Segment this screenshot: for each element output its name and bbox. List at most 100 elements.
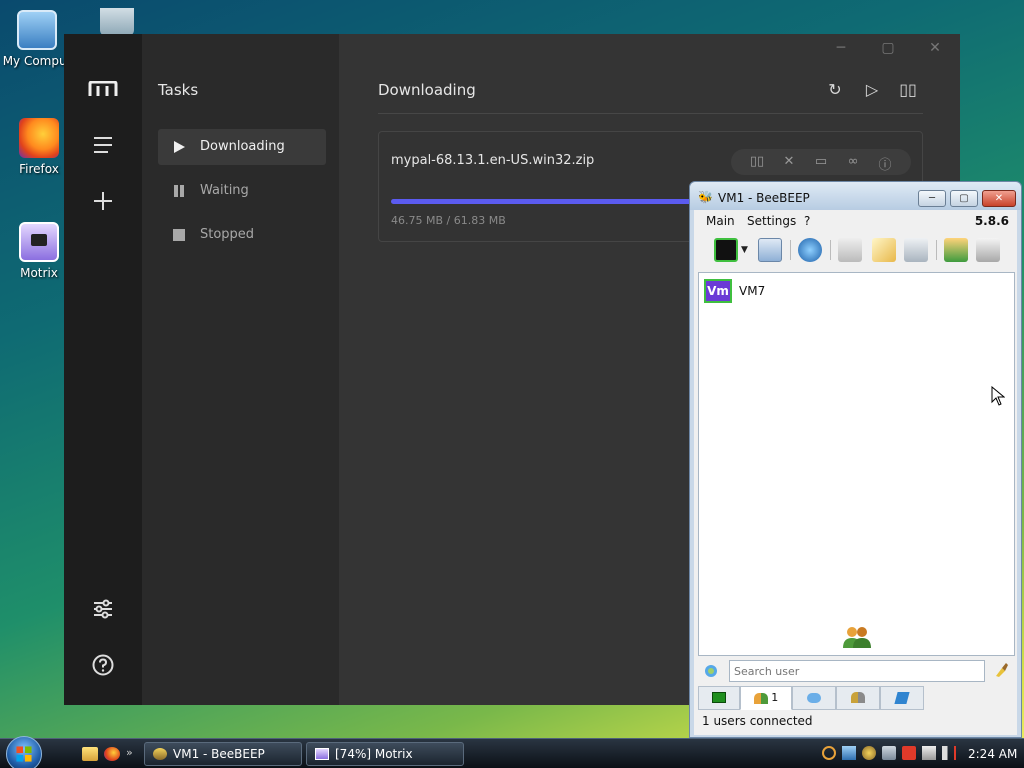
firefox-icon [19, 118, 59, 158]
taskbar-clock[interactable]: 2:24 AM [968, 747, 1017, 761]
help-icon[interactable] [90, 653, 116, 677]
close-button[interactable]: ✕ [982, 190, 1016, 207]
task-size: 46.75 MB / 61.83 MB [391, 214, 506, 227]
search-tray-icon[interactable] [822, 746, 836, 760]
clear-search-icon[interactable] [993, 662, 1009, 678]
info-icon[interactable]: ⓘ [877, 154, 893, 173]
play-icon [174, 141, 185, 153]
motrix-app-icon [19, 222, 59, 262]
menu-bar: Main Settings ? 5.8.6 [694, 210, 1017, 230]
user-list-item[interactable]: Vm VM7 [699, 273, 1014, 307]
chevron-down-icon[interactable]: ▼ [741, 245, 748, 255]
user-name: VM7 [739, 284, 766, 298]
bee-app-icon: 🐝 [698, 190, 713, 204]
display-tray-icon[interactable] [922, 746, 936, 760]
desktop-icon-my-computer[interactable]: My Comput [0, 10, 74, 68]
version-label: 5.8.6 [974, 214, 1009, 228]
users-tab-icon [753, 692, 768, 704]
link-icon[interactable]: ∞ [845, 154, 861, 169]
shield-tray-icon[interactable] [882, 746, 896, 760]
menu-icon[interactable] [90, 133, 116, 157]
volume-muted-icon[interactable] [942, 746, 956, 760]
desktop-icon-label: Motrix [20, 266, 58, 280]
menu-help[interactable]: ? [804, 214, 810, 228]
search-user-input[interactable] [729, 660, 985, 682]
taskbar-button-label: VM1 - BeeBEEP [173, 747, 265, 761]
pause-icon[interactable]: ▯▯ [749, 154, 765, 169]
taskbar-button-beebeep[interactable]: VM1 - BeeBEEP [144, 742, 302, 766]
home-icon[interactable] [944, 238, 968, 262]
security-alert-tray-icon[interactable] [902, 746, 916, 760]
nav-downloading[interactable]: Downloading [158, 129, 326, 165]
beebeep-body: Main Settings ? 5.8.6 ▼ Vm VM7 Search us… [694, 210, 1017, 735]
bee-tray-icon[interactable] [862, 746, 876, 760]
refresh-users-icon[interactable] [703, 663, 719, 679]
start-button[interactable] [6, 736, 42, 768]
minimize-button[interactable]: ─ [918, 190, 946, 207]
share-icon [894, 692, 910, 704]
tab-groups[interactable] [836, 686, 880, 710]
nav-label: Stopped [200, 227, 255, 242]
network-icon[interactable] [798, 238, 822, 262]
desktop-icon-label: My Comput [2, 54, 72, 68]
mail-icon[interactable] [838, 238, 862, 262]
beebeep-window: 🐝 VM1 - BeeBEEP ─ ▢ ✕ Main Settings ? 5.… [689, 181, 1022, 738]
toolbar: ▼ [694, 232, 1017, 268]
maximize-button[interactable]: ▢ [950, 190, 978, 207]
desktop-icon-label: Firefox [19, 162, 59, 176]
explorer-quicklaunch-icon[interactable] [82, 747, 98, 761]
menu-settings[interactable]: Settings [747, 214, 796, 228]
tab-chat[interactable] [698, 686, 740, 710]
tab-shares[interactable] [880, 686, 924, 710]
computer-icon [17, 10, 57, 50]
status-bar-text: 1 users connected [702, 714, 813, 728]
network-tray-icon[interactable] [842, 746, 856, 760]
motrix-rail [64, 34, 142, 705]
tab-messages[interactable] [792, 686, 836, 710]
nav-stopped[interactable]: Stopped [158, 217, 326, 253]
user-list: Vm VM7 [698, 272, 1015, 656]
pencil-icon[interactable] [872, 238, 896, 262]
speech-bubble-icon [807, 693, 821, 703]
recycle-bin-icon[interactable] [100, 8, 134, 36]
nav-label: Downloading [200, 139, 285, 154]
users-icon [843, 627, 871, 648]
motrix-sidebar: Tasks Downloading Waiting Stopped [142, 34, 339, 705]
menu-main[interactable]: Main [706, 214, 735, 228]
window-title: VM1 - BeeBEEP [718, 191, 810, 205]
task-actions: ▯▯ ✕ ▭ ∞ ⓘ [731, 149, 911, 175]
stop-icon [173, 229, 185, 241]
beebeep-titlebar[interactable]: 🐝 VM1 - BeeBEEP ─ ▢ ✕ [690, 182, 1021, 210]
motrix-app-icon [315, 748, 329, 760]
add-task-icon[interactable] [90, 189, 116, 213]
motrix-logo-icon [88, 81, 118, 96]
group-icon [851, 692, 865, 703]
quicklaunch-more-icon[interactable]: » [126, 746, 133, 759]
sidebar-title: Tasks [158, 81, 199, 99]
minimize-icon[interactable]: ─ [832, 40, 850, 56]
status-icon[interactable] [714, 238, 738, 262]
taskbar-button-label: [74%] Motrix [335, 747, 413, 761]
close-icon[interactable]: ✕ [926, 40, 944, 56]
tools-icon[interactable] [904, 238, 928, 262]
bottom-tabs: 1 [698, 686, 1015, 710]
tab-users[interactable]: 1 [740, 686, 792, 710]
trash-icon[interactable] [976, 238, 1000, 262]
firefox-quicklaunch-icon[interactable] [104, 747, 120, 761]
profile-edit-icon[interactable] [758, 238, 782, 262]
user-avatar: Vm [704, 279, 732, 303]
mouse-cursor-icon [991, 386, 1005, 406]
taskbar-button-motrix[interactable]: [74%] Motrix [306, 742, 464, 766]
header-divider [378, 113, 923, 114]
refresh-icon[interactable]: ↻ [825, 80, 845, 99]
delete-icon[interactable]: ✕ [781, 154, 797, 169]
windows-logo-icon [16, 746, 32, 762]
search-row [694, 658, 1017, 686]
maximize-icon[interactable]: ▢ [879, 40, 897, 56]
toolbar-separator [830, 240, 831, 260]
preferences-icon[interactable] [90, 597, 116, 621]
resume-all-icon[interactable]: ▷ [862, 80, 882, 99]
pause-all-icon[interactable]: ▯▯ [898, 80, 918, 99]
nav-waiting[interactable]: Waiting [158, 173, 326, 209]
folder-icon[interactable]: ▭ [813, 154, 829, 169]
